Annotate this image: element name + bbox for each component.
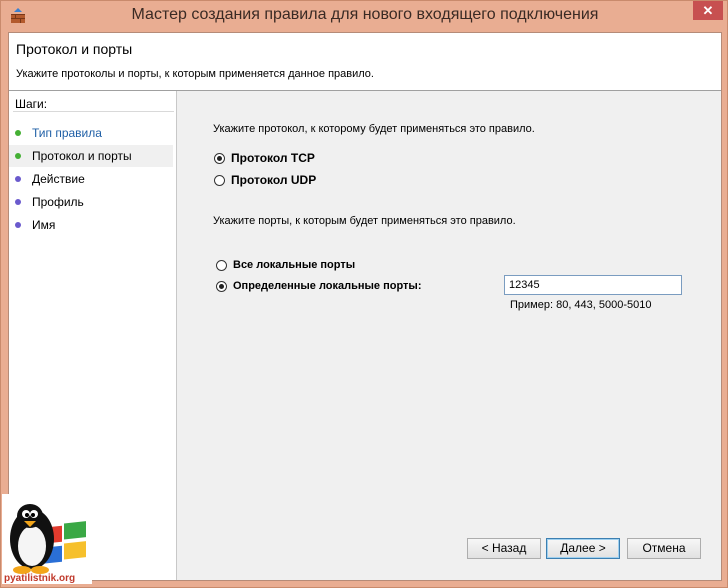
wizard-header: Протокол и порты Укажите протоколы и пор…: [9, 33, 721, 91]
protocol-udp-option[interactable]: Протокол UDP: [214, 172, 316, 188]
step-status-dot-icon: [15, 130, 21, 136]
step-label: Действие: [32, 172, 85, 186]
specific-ports-radio[interactable]: [216, 280, 227, 292]
step-rule-type[interactable]: Тип правила: [9, 122, 173, 144]
port-number-input[interactable]: 12345: [504, 275, 682, 295]
step-profile[interactable]: Профиль: [9, 191, 173, 213]
close-button[interactable]: ✕: [693, 1, 723, 20]
protocol-prompt: Укажите протокол, к которому будет приме…: [213, 123, 535, 135]
all-ports-radio[interactable]: [216, 259, 227, 271]
wizard-client-area: Протокол и порты Укажите протоколы и пор…: [8, 32, 722, 581]
protocol-ports-content: Укажите протокол, к которому будет приме…: [177, 91, 721, 580]
step-name[interactable]: Имя: [9, 214, 173, 236]
step-status-dot-icon: [15, 176, 21, 182]
step-status-dot-icon: [15, 153, 21, 159]
ports-example-hint: Пример: 80, 443, 5000-5010: [510, 299, 652, 311]
window-title: Мастер создания правила для нового входя…: [131, 6, 599, 23]
step-label: Имя: [32, 218, 56, 232]
udp-label: Протокол UDP: [231, 173, 317, 187]
page-description: Укажите протоколы и порты, к которым при…: [16, 68, 374, 80]
back-button[interactable]: < Назад: [467, 538, 541, 559]
watermark-text: pyatilistnik.org: [4, 573, 75, 584]
specific-ports-label: Определенные локальные порты:: [233, 280, 422, 292]
step-status-dot-icon: [15, 222, 21, 228]
steps-divider: [13, 111, 174, 112]
page-title: Протокол и порты: [16, 41, 133, 57]
step-status-dot-icon: [15, 199, 21, 205]
specific-ports-option[interactable]: Определенные локальные порты:: [216, 278, 421, 294]
steps-title: Шаги:: [15, 97, 48, 111]
all-ports-option[interactable]: Все локальные порты: [216, 257, 355, 273]
tcp-label: Протокол TCP: [231, 151, 315, 165]
title-bar[interactable]: Мастер создания правила для нового входя…: [1, 1, 728, 31]
next-button[interactable]: Далее >: [546, 538, 620, 559]
ports-prompt: Укажите порты, к которым будет применять…: [213, 215, 516, 227]
tcp-radio[interactable]: [214, 152, 225, 164]
protocol-tcp-option[interactable]: Протокол TCP: [214, 150, 315, 166]
step-protocol-ports[interactable]: Протокол и порты: [9, 145, 173, 167]
udp-radio[interactable]: [214, 174, 225, 186]
wizard-window: Мастер создания правила для нового входя…: [0, 0, 728, 588]
cancel-button[interactable]: Отмена: [627, 538, 701, 559]
all-ports-label: Все локальные порты: [233, 259, 356, 271]
watermark-logo: pyatilistnik.org: [2, 494, 92, 584]
penguin-windows-logo-icon: pyatilistnik.org: [2, 494, 92, 584]
step-label: Профиль: [32, 195, 84, 209]
step-label: Тип правила: [32, 126, 102, 140]
step-action[interactable]: Действие: [9, 168, 173, 190]
step-label: Протокол и порты: [32, 149, 132, 163]
